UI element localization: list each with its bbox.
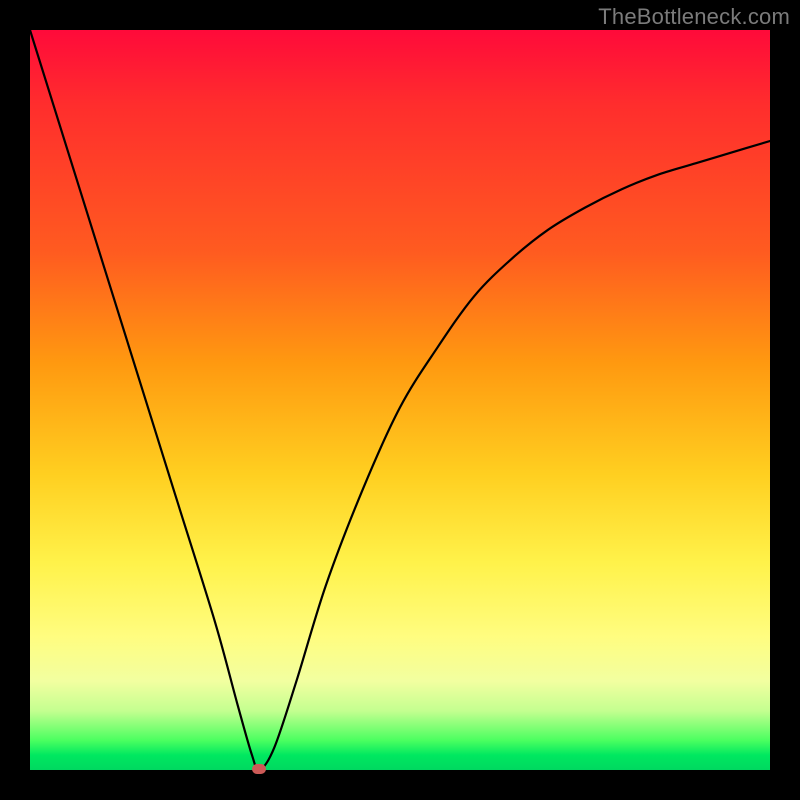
watermark-text: TheBottleneck.com [598,4,790,30]
minimum-marker [252,764,266,774]
chart-frame: TheBottleneck.com [0,0,800,800]
plot-area [30,30,770,770]
bottleneck-curve [30,30,770,770]
